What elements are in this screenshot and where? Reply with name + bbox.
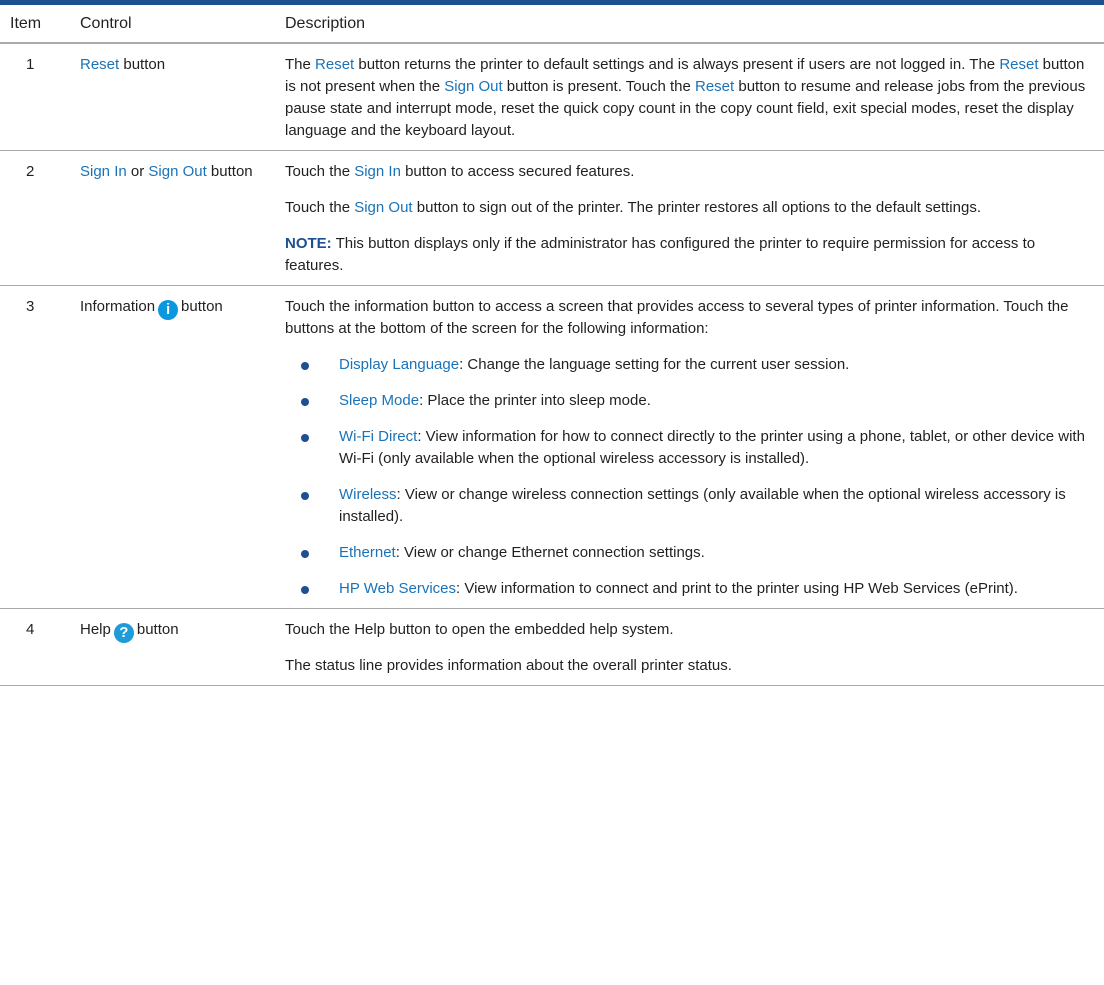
- table-header-row: Item Control Description: [0, 5, 1104, 44]
- text-run: button to sign out of the printer. The p…: [412, 199, 981, 216]
- information-icon: i: [158, 300, 179, 320]
- column-header-description: Description: [285, 15, 366, 32]
- text-run: button returns the printer to default se…: [354, 56, 1000, 73]
- column-header-control: Control: [80, 15, 132, 32]
- controls-table: Item Control Description 1 Reset button Th…: [0, 0, 1104, 686]
- note-label: NOTE:: [285, 235, 332, 252]
- bullet-dot: [301, 492, 309, 500]
- text-run: Touch the Help button to open the embedd…: [285, 621, 674, 638]
- text-run: button is present. Touch the: [502, 78, 695, 95]
- bullet-text: HP Web Services: View information to con…: [339, 578, 1018, 600]
- bullet-list: Display Language: Change the language se…: [285, 354, 1090, 600]
- item-number: 3: [26, 298, 35, 315]
- bullet-dot: [301, 434, 309, 442]
- control-name: Sign In or Sign Out button: [80, 151, 285, 285]
- ui-term: Ethernet: [339, 544, 396, 561]
- text-run: button: [119, 56, 166, 73]
- description-paragraph: Touch the Sign In button to access secur…: [285, 161, 1090, 183]
- table-row: 4 Help? button Touch the Help button to ope…: [0, 609, 1104, 686]
- ui-term: Sleep Mode: [339, 392, 420, 409]
- text-run: The status line provides information abo…: [285, 657, 732, 674]
- help-icon: ?: [113, 623, 134, 643]
- bullet-text: Sleep Mode: Place the printer into sleep…: [339, 390, 651, 412]
- control-name: Information i button: [80, 286, 285, 608]
- text-run: : View information for how to connect di…: [339, 428, 1085, 467]
- text-run: Help: [80, 621, 111, 638]
- bullet-dot: [301, 398, 309, 406]
- ui-term: Wi-Fi Direct: [339, 428, 418, 445]
- text-run: : Change the language setting for the cu…: [459, 356, 850, 373]
- ui-term: Reset: [315, 56, 355, 73]
- ui-term: Display Language: [339, 356, 460, 373]
- table-row: 1 Reset button The Reset button returns th…: [0, 44, 1104, 151]
- ui-term: HP Web Services: [339, 580, 456, 597]
- description-paragraph: Touch the Sign Out button to sign out of…: [285, 197, 1090, 219]
- ui-term: Reset: [695, 78, 735, 95]
- bullet-item: Wi-Fi Direct: View information for how t…: [285, 426, 1090, 470]
- table-body: 1 Reset button The Reset button returns th…: [0, 44, 1104, 686]
- bullet-item: Ethernet: View or change Ethernet connec…: [285, 542, 1090, 564]
- table-row: 2 Sign In or Sign Out button Touch the Sig…: [0, 151, 1104, 286]
- description-paragraph: Touch the Help button to open the embedd…: [285, 619, 1090, 641]
- ui-term: Sign Out: [444, 78, 503, 95]
- text-run: Touch the: [285, 199, 355, 216]
- table-row: 3 Information i button Touch the information…: [0, 286, 1104, 609]
- ui-term: Wireless: [339, 486, 397, 503]
- text-run: : Place the printer into sleep mode.: [419, 392, 651, 409]
- item-number: 4: [26, 621, 35, 638]
- column-header-item: Item: [10, 15, 42, 32]
- bullet-text: Display Language: Change the language se…: [339, 354, 849, 376]
- text-run: button to access secured features.: [400, 163, 635, 180]
- bullet-text: Wireless: View or change wireless connec…: [339, 484, 1090, 528]
- text-run: button: [136, 621, 179, 638]
- item-number: 1: [26, 56, 35, 73]
- text-run: button: [206, 163, 253, 180]
- ui-term: Reset: [999, 56, 1039, 73]
- bullet-item: Wireless: View or change wireless connec…: [285, 484, 1090, 528]
- ui-term: Sign Out: [148, 163, 207, 180]
- description: Touch the Sign In button to access secur…: [285, 151, 1104, 285]
- text-run: : View or change Ethernet connection set…: [395, 544, 705, 561]
- bullet-dot: [301, 586, 309, 594]
- text-run: Touch the: [285, 163, 355, 180]
- text-run: Touch the information button to access a…: [285, 298, 1069, 337]
- ui-term: Sign In: [80, 163, 127, 180]
- description-paragraph: NOTE: This button displays only if the a…: [285, 233, 1090, 277]
- control-name: Help? button: [80, 609, 285, 685]
- description-paragraph: The Reset button returns the printer to …: [285, 54, 1090, 142]
- bullet-item: Display Language: Change the language se…: [285, 354, 1090, 376]
- description-paragraph: The status line provides information abo…: [285, 655, 1090, 677]
- description: Touch the information button to access a…: [285, 286, 1104, 608]
- description: Touch the Help button to open the embedd…: [285, 609, 1104, 685]
- text-run: : View information to connect and print …: [456, 580, 1018, 597]
- bullet-dot: [301, 362, 309, 370]
- description: The Reset button returns the printer to …: [285, 44, 1104, 150]
- ui-term: Reset: [80, 56, 120, 73]
- item-number: 2: [26, 163, 35, 180]
- bullet-item: HP Web Services: View information to con…: [285, 578, 1090, 600]
- text-run: button: [181, 298, 223, 315]
- text-run: Information: [80, 298, 156, 315]
- bullet-item: Sleep Mode: Place the printer into sleep…: [285, 390, 1090, 412]
- text-run: or: [126, 163, 149, 180]
- text-run: : View or change wireless connection set…: [339, 486, 1066, 525]
- control-name: Reset button: [80, 44, 285, 150]
- ui-term: Sign Out: [354, 199, 413, 216]
- bullet-text: Ethernet: View or change Ethernet connec…: [339, 542, 705, 564]
- text-run: This button displays only if the adminis…: [285, 235, 1036, 274]
- text-run: The: [285, 56, 316, 73]
- ui-term: Sign In: [354, 163, 401, 180]
- bullet-dot: [301, 550, 309, 558]
- description-paragraph: Touch the information button to access a…: [285, 296, 1090, 340]
- bullet-text: Wi-Fi Direct: View information for how t…: [339, 426, 1090, 470]
